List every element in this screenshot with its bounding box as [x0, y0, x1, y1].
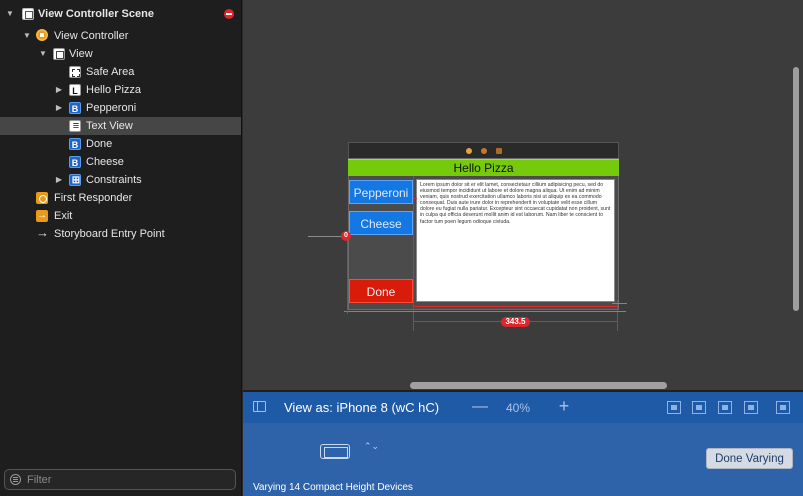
- outline-label: Constraints: [86, 174, 142, 186]
- outline-label: View Controller Scene: [38, 8, 154, 20]
- outline-item-view[interactable]: ▼ View: [0, 45, 241, 63]
- disclosure-expanded-icon[interactable]: ▼: [22, 31, 32, 41]
- outline-item-first-responder[interactable]: First Responder: [0, 189, 241, 207]
- varying-status-text: Varying 14 Compact Height Devices: [253, 482, 413, 493]
- outline-item-constraints[interactable]: ▶ Constraints: [0, 171, 241, 189]
- cheese-button[interactable]: Cheese: [349, 211, 413, 235]
- horizontal-scrollbar[interactable]: [410, 382, 667, 389]
- hello-pizza-label[interactable]: Hello Pizza: [348, 159, 619, 176]
- outline-label: Cheese: [86, 156, 124, 168]
- text-view[interactable]: Lorem ipsum dolor sit er elit lamet, con…: [416, 179, 615, 302]
- align-icon[interactable]: [718, 401, 732, 414]
- outline-label: Storyboard Entry Point: [54, 228, 165, 240]
- filter-input[interactable]: [27, 472, 232, 487]
- outline-item-storyboard-entry-point[interactable]: → Storyboard Entry Point: [0, 225, 241, 243]
- zoom-level[interactable]: 40%: [506, 401, 530, 415]
- button-icon: B: [69, 102, 81, 114]
- label-icon: L: [69, 84, 81, 96]
- view-controller-icon: [36, 29, 48, 41]
- button-icon: B: [69, 156, 81, 168]
- device-orientation-stepper[interactable]: ⌃⌄: [364, 442, 379, 451]
- alignment-guide: [344, 311, 626, 312]
- filter-field[interactable]: [4, 469, 236, 490]
- pin-icon[interactable]: [744, 401, 758, 414]
- button-icon: B: [69, 138, 81, 150]
- scene-dock[interactable]: [348, 142, 619, 158]
- constraint-guide: [347, 239, 348, 314]
- constraint-guide: [413, 176, 414, 331]
- constraints-icon: [69, 174, 82, 188]
- width-constraint-badge[interactable]: 343.5: [501, 317, 530, 327]
- outline-toggle-icon[interactable]: [253, 401, 266, 412]
- outline-label: Hello Pizza: [86, 84, 142, 96]
- embed-in-icon[interactable]: [692, 401, 706, 414]
- disclosure-collapsed-icon[interactable]: ▶: [54, 85, 64, 95]
- update-frames-icon[interactable]: [667, 401, 681, 414]
- outline-item-view-controller[interactable]: ▼ View Controller: [0, 27, 241, 45]
- constraint-guide: [617, 300, 618, 331]
- outline-item-pepperoni[interactable]: ▶ B Pepperoni: [0, 99, 241, 117]
- safe-area-icon: [69, 66, 81, 78]
- disclosure-expanded-icon[interactable]: ▼: [5, 9, 15, 19]
- first-responder-icon: [36, 192, 48, 204]
- device-orientation-icon[interactable]: [320, 444, 350, 459]
- leading-constraint-badge[interactable]: 0: [341, 231, 351, 241]
- filter-icon: [10, 474, 21, 485]
- text-view-icon: [69, 119, 82, 133]
- constraint-guide: [413, 306, 618, 307]
- entry-arrow-icon: →: [36, 225, 49, 240]
- outline-label: Pepperoni: [86, 102, 137, 114]
- outline-item-exit[interactable]: Exit: [0, 207, 241, 225]
- vertical-scrollbar[interactable]: [793, 67, 799, 311]
- outline-label: Exit: [54, 210, 73, 222]
- outline-item-view-controller-scene[interactable]: ▼ View Controller Scene: [0, 5, 241, 23]
- constraint-guide: [413, 198, 417, 199]
- outline-label: View: [69, 48, 93, 60]
- view-icon: [53, 48, 65, 60]
- leading-constraint-line[interactable]: [308, 236, 343, 237]
- outline-label: Done: [86, 138, 113, 150]
- zoom-in-button[interactable]: +: [556, 397, 572, 415]
- outline-item-text-view[interactable]: Text View: [0, 117, 241, 135]
- outline-item-safe-area[interactable]: Safe Area: [0, 63, 241, 81]
- outline-label: View Controller: [54, 30, 129, 42]
- disclosure-collapsed-icon[interactable]: ▶: [54, 103, 64, 113]
- disclosure-expanded-icon[interactable]: ▼: [38, 49, 48, 59]
- first-responder-dock-icon[interactable]: [481, 148, 487, 154]
- done-varying-button[interactable]: Done Varying: [706, 448, 793, 469]
- resolve-issues-icon[interactable]: [776, 401, 790, 414]
- exit-icon: [36, 209, 48, 223]
- view-controller-dock-icon[interactable]: [466, 148, 472, 154]
- outline-label: First Responder: [54, 192, 133, 204]
- pepperoni-button[interactable]: Pepperoni: [349, 180, 413, 204]
- outline-label: Safe Area: [86, 66, 135, 78]
- error-icon[interactable]: [224, 9, 234, 19]
- scene-icon: [22, 8, 34, 20]
- outline-item-cheese[interactable]: B Cheese: [0, 153, 241, 171]
- zoom-out-button[interactable]: —: [472, 399, 488, 416]
- view-as-device-button[interactable]: View as: iPhone 8 (wC hC): [284, 400, 439, 415]
- done-button[interactable]: Done: [349, 279, 413, 303]
- outline-label: Text View: [86, 120, 133, 132]
- exit-dock-icon[interactable]: [496, 148, 502, 154]
- outline-item-done[interactable]: B Done: [0, 135, 241, 153]
- disclosure-collapsed-icon[interactable]: ▶: [54, 175, 64, 185]
- outline-item-hello-pizza[interactable]: ▶ L Hello Pizza: [0, 81, 241, 99]
- document-outline: ▼ View Controller Scene ▼ View Controlle…: [0, 0, 242, 496]
- alignment-guide: [612, 303, 627, 304]
